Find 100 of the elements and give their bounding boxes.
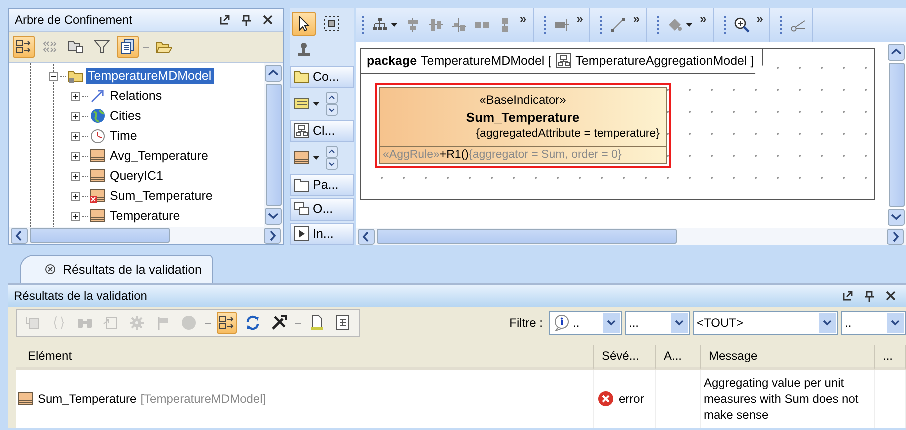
object-diagram-icon: [294, 201, 310, 218]
scroll-down-icon[interactable]: [888, 209, 905, 226]
expand-icon[interactable]: [71, 172, 80, 180]
class-diagram-icon: [556, 53, 572, 69]
class-icon: [18, 391, 34, 407]
close-icon[interactable]: [263, 15, 273, 25]
operation-constraint: {aggregator = Sum, order = 0}: [468, 149, 622, 161]
more-button[interactable]: »: [520, 12, 527, 26]
grip-icon[interactable]: [780, 15, 784, 35]
pin-icon[interactable]: [865, 290, 874, 302]
grip-icon[interactable]: [362, 15, 365, 35]
palette-category[interactable]: In...: [290, 222, 354, 246]
scroll-thumb[interactable]: [888, 63, 904, 207]
tree-item[interactable]: TemperatureMDModel: [86, 68, 214, 84]
toolbar-button[interactable]: [117, 36, 139, 58]
spinner-icon[interactable]: [326, 146, 338, 170]
scroll-left-icon[interactable]: [358, 228, 375, 244]
more-button[interactable]: »: [700, 12, 707, 26]
class-shape[interactable]: «BaseIndicator» Sum_Temperature {aggregatedAttribute = temperature} «AggRule»+R1(){aggregator = Sum, order = 0}: [379, 87, 667, 164]
collapse-icon[interactable]: [49, 72, 58, 80]
severity-text: error: [619, 392, 644, 406]
grip-icon[interactable]: [724, 15, 727, 35]
class-icon: [90, 148, 106, 164]
palette-category[interactable]: O...: [290, 198, 354, 221]
marquee-icon: [324, 16, 340, 32]
palette-category[interactable]: Cl...: [290, 120, 354, 142]
more-button[interactable]: »: [576, 12, 584, 26]
line-icon: [610, 17, 626, 33]
toolbar-button[interactable]: [13, 36, 35, 58]
scroll-left-icon[interactable]: [11, 228, 28, 244]
panel-title: Résultats de la validation: [14, 289, 148, 303]
refresh-icon: [245, 315, 261, 331]
column-header[interactable]: Elément: [16, 345, 594, 370]
scroll-thumb[interactable]: [30, 228, 170, 243]
undock-icon[interactable]: [843, 291, 853, 301]
scroll-up-icon[interactable]: [888, 44, 905, 61]
scroll-thumb[interactable]: [266, 84, 282, 206]
palette-category[interactable]: Pa...: [290, 174, 354, 196]
message-text: Aggregating value per unit measures with Sum does not make sense: [704, 375, 860, 423]
scroll-right-icon[interactable]: [264, 228, 281, 244]
palette-category[interactable]: Co...: [290, 66, 354, 88]
toolbar-button[interactable]: [372, 17, 398, 33]
expand-icon[interactable]: [71, 152, 80, 160]
filter-dropdown[interactable]: <TOUT>: [693, 311, 838, 335]
hierarchy-icon: [372, 17, 388, 33]
tree-item[interactable]: Sum_Temperature: [108, 188, 215, 204]
grip-icon[interactable]: [657, 15, 660, 35]
tree-item[interactable]: Relations: [108, 88, 164, 104]
expand-icon[interactable]: [71, 192, 80, 200]
expand-icon[interactable]: [71, 112, 80, 120]
pin-icon[interactable]: [242, 14, 251, 26]
grip-icon[interactable]: [544, 15, 547, 35]
filter-dropdown[interactable]: ..: [549, 311, 622, 335]
arrow-icon: [90, 88, 106, 104]
column-header[interactable]: A...: [656, 345, 701, 370]
tree-item[interactable]: Avg_Temperature: [108, 148, 210, 164]
filter-dropdown[interactable]: ...: [625, 311, 690, 335]
palette-tool[interactable]: [294, 150, 320, 166]
expand-icon[interactable]: [71, 212, 80, 220]
connector-icon: [554, 17, 570, 33]
expand-icon[interactable]: [71, 92, 80, 100]
spinner-icon[interactable]: [326, 92, 338, 116]
tagged-value: {aggregatedAttribute = temperature}: [476, 127, 661, 142]
frame-keyword: package: [367, 54, 418, 68]
scroll-up-icon[interactable]: [265, 65, 282, 82]
column-header[interactable]: Sévé...: [594, 345, 656, 370]
scroll-down-icon[interactable]: [265, 208, 282, 225]
tree-item[interactable]: Cities: [108, 108, 144, 124]
undock-icon[interactable]: [220, 15, 230, 25]
class-icon: [294, 150, 310, 166]
more-button[interactable]: »: [633, 12, 640, 26]
caret-icon: [391, 23, 398, 27]
frame-title: TemperatureMDModel [: [421, 54, 552, 68]
panel-title: Arbre de Confinement: [15, 13, 134, 27]
scroll-right-icon[interactable]: [887, 228, 904, 244]
panel-tab[interactable]: Résultats de la validation: [20, 255, 213, 283]
toolbar-button[interactable]: [217, 312, 237, 334]
tree-item[interactable]: Temperature: [108, 208, 182, 224]
palette-tool[interactable]: [294, 96, 320, 112]
class-diagram-icon: [294, 123, 310, 140]
grip-icon[interactable]: [600, 15, 604, 35]
operation-signature: +R1(): [440, 149, 469, 161]
filter-icon: [94, 39, 110, 55]
scroll-thumb[interactable]: [377, 229, 677, 244]
tree-item[interactable]: Time: [108, 128, 140, 144]
toolbar-button[interactable]: [667, 17, 694, 33]
close-icon[interactable]: [886, 291, 896, 301]
caret-icon: [313, 102, 320, 106]
list-arrows-icon: [16, 39, 32, 55]
palette-tool[interactable]: [292, 12, 316, 36]
expand-icon[interactable]: [71, 132, 80, 140]
gear-icon: [129, 315, 145, 331]
more-button[interactable]: »: [756, 12, 764, 26]
column-header[interactable]: ...: [875, 345, 906, 370]
class-name: Sum_Temperature: [466, 109, 580, 126]
toolbar-button[interactable]: [734, 17, 750, 33]
tree-item[interactable]: QueryIC1: [108, 168, 166, 184]
filter-dropdown[interactable]: ..: [841, 311, 906, 335]
circle-icon: [181, 315, 197, 331]
column-header[interactable]: Message: [701, 345, 875, 370]
